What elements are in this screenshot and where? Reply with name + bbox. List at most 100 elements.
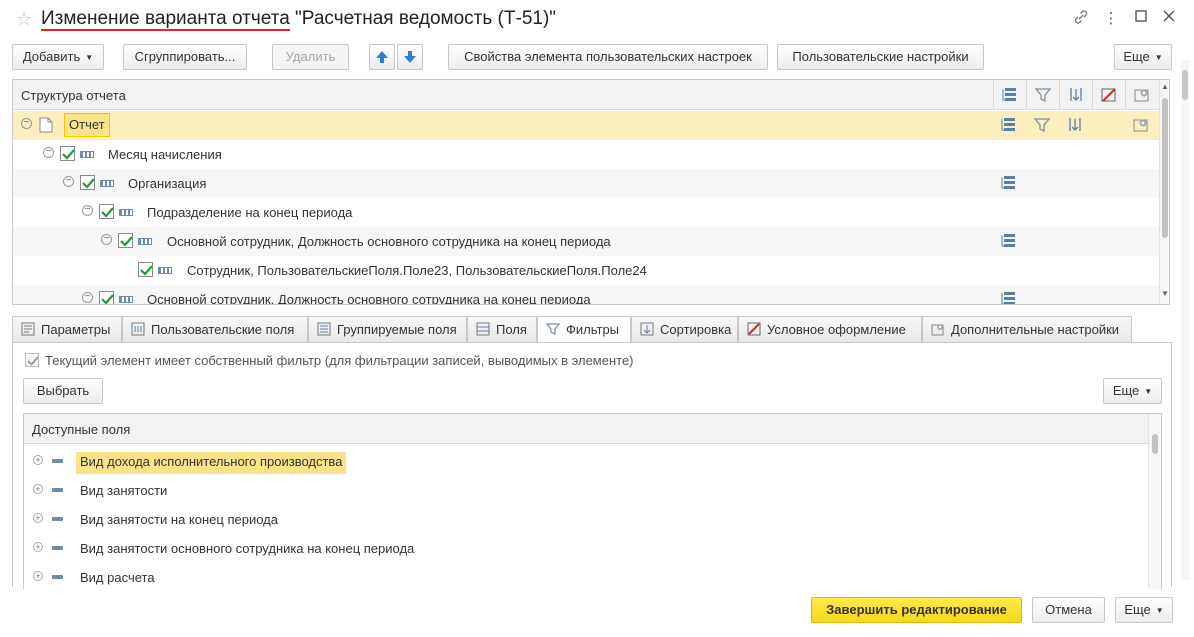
grouping-column-icon[interactable]	[993, 80, 1026, 110]
available-fields-header: Доступные поля	[24, 414, 1148, 444]
row-checkbox[interactable]	[99, 204, 114, 219]
collapse-icon[interactable]: −	[101, 234, 112, 245]
move-up-button[interactable]	[369, 44, 395, 70]
expand-icon[interactable]: +	[33, 455, 43, 465]
conditional-format-icon	[747, 322, 761, 336]
select-button[interactable]: Выбрать	[23, 378, 103, 404]
checkmark-icon	[101, 207, 114, 218]
tab-label: Группируемые поля	[337, 322, 457, 337]
tree-scrollbar-thumb[interactable]	[1162, 98, 1168, 238]
more-vertical-icon[interactable]: ⋮	[1101, 9, 1121, 27]
tab-filters[interactable]: Фильтры	[537, 316, 631, 343]
filters-more-button[interactable]: Еще ▼	[1103, 378, 1162, 404]
row-checkbox[interactable]	[138, 262, 153, 277]
tab-sort[interactable]: Сортировка	[631, 316, 738, 342]
tab-grouping-fields[interactable]: Группируемые поля	[308, 316, 467, 342]
row-checkbox[interactable]	[99, 291, 114, 304]
filter-column-icon[interactable]	[1026, 80, 1059, 110]
scroll-down-icon[interactable]: ▼	[1161, 289, 1169, 298]
tree-row-label: Основной сотрудник, Должность основного …	[147, 292, 591, 305]
tab-extra-settings[interactable]: Дополнительные настройки	[922, 316, 1132, 342]
list-item[interactable]: + Вид дохода исполнительного производств…	[24, 446, 1148, 475]
tree-row[interactable]: − Организация	[13, 169, 1159, 198]
tree-row[interactable]: − Отчет	[13, 111, 1159, 140]
maximize-icon[interactable]	[1131, 9, 1151, 27]
own-filter-checkbox[interactable]	[25, 353, 39, 367]
tab-label: Условное оформление	[767, 322, 906, 337]
checkmark-icon	[62, 149, 75, 160]
window-scrollbar-thumb[interactable]	[1182, 70, 1188, 100]
sort-column-icon[interactable]	[1059, 80, 1092, 110]
element-properties-button[interactable]: Свойства элемента пользовательских настр…	[448, 44, 768, 70]
collapse-icon[interactable]: −	[82, 205, 93, 216]
chevron-down-icon: ▼	[85, 52, 94, 62]
field-icon	[52, 488, 63, 492]
expand-icon[interactable]: +	[33, 513, 43, 523]
window-scrollbar[interactable]	[1181, 60, 1189, 580]
filter-icon	[1034, 118, 1050, 133]
window-title-report: "Расчетная ведомость (Т-51)"	[289, 8, 557, 29]
grouping-icon	[1001, 292, 1015, 304]
conditional-format-column-icon[interactable]	[1092, 80, 1125, 110]
favorite-star-icon[interactable]: ☆	[16, 9, 32, 30]
tree-row[interactable]: Сотрудник, ПользовательскиеПоля.Поле23, …	[13, 256, 1159, 285]
sort-icon	[1069, 118, 1081, 131]
checkmark-icon	[140, 265, 153, 276]
row-checkbox[interactable]	[60, 146, 75, 161]
own-filter-label: Текущий элемент имеет собственный фильтр…	[45, 353, 634, 368]
list-item[interactable]: + Вид расчета	[24, 562, 1148, 589]
user-settings-button[interactable]: Пользовательские настройки	[777, 44, 984, 70]
field-icon	[52, 459, 63, 463]
tree-row[interactable]: − Подразделение на конец периода	[13, 198, 1159, 227]
move-down-button[interactable]	[397, 44, 423, 70]
tab-user-fields[interactable]: Пользовательские поля	[122, 316, 308, 342]
tree-row-label[interactable]: Отчет	[64, 113, 110, 137]
expand-icon[interactable]: +	[33, 542, 43, 552]
scroll-up-icon[interactable]: ▲	[1161, 82, 1169, 91]
footer-more-button[interactable]: Еще ▼	[1115, 597, 1173, 623]
link-icon[interactable]	[1071, 9, 1091, 29]
group-button[interactable]: Сгруппировать...	[123, 44, 247, 70]
tab-conditional-format[interactable]: Условное оформление	[738, 316, 922, 342]
settings-column-icon[interactable]	[1125, 80, 1158, 110]
add-button[interactable]: Добавить ▼	[12, 44, 104, 70]
sort-icon	[640, 322, 654, 336]
delete-button[interactable]: Удалить	[272, 44, 349, 70]
expand-icon[interactable]: +	[33, 484, 43, 494]
finish-editing-button[interactable]: Завершить редактирование	[811, 597, 1022, 623]
collapse-icon[interactable]: −	[82, 292, 93, 303]
row-checkbox[interactable]	[118, 233, 133, 248]
field-label: Вид занятости основного сотрудника на ко…	[80, 541, 415, 556]
tree-row[interactable]: − Основной сотрудник, Должность основног…	[13, 285, 1159, 305]
document-icon	[39, 117, 53, 133]
tab-parameters[interactable]: Параметры	[12, 316, 122, 342]
fields-scrollbar[interactable]	[1148, 414, 1161, 589]
tab-label: Сортировка	[660, 322, 732, 337]
tree-scrollbar[interactable]: ▲ ▼	[1159, 80, 1169, 304]
available-fields-header-label: Доступные поля	[32, 422, 131, 437]
report-structure-tree: Структура отчета − Отчет − Месяц начисле…	[12, 79, 1170, 305]
grouping-field-icon	[119, 209, 133, 216]
extra-settings-icon	[931, 324, 944, 336]
tree-row[interactable]: − Месяц начисления	[13, 140, 1159, 169]
field-icon	[52, 517, 63, 521]
field-label: Вид дохода исполнительного производства	[76, 452, 347, 474]
collapse-icon[interactable]: −	[43, 147, 54, 158]
expand-icon[interactable]: +	[33, 571, 43, 581]
cancel-button[interactable]: Отмена	[1032, 597, 1105, 623]
fields-scrollbar-thumb[interactable]	[1152, 434, 1158, 454]
tab-fields[interactable]: Поля	[467, 316, 537, 342]
list-item[interactable]: + Вид занятости на конец периода	[24, 504, 1148, 533]
tree-row-label: Подразделение на конец периода	[147, 205, 353, 220]
tree-row[interactable]: − Основной сотрудник, Должность основног…	[13, 227, 1159, 256]
checkmark-icon	[101, 294, 114, 304]
arrow-down-icon	[404, 51, 416, 63]
list-item[interactable]: + Вид занятости	[24, 475, 1148, 504]
collapse-icon[interactable]: −	[63, 176, 74, 187]
filters-more-label: Еще	[1112, 383, 1140, 398]
collapse-icon[interactable]: −	[21, 118, 32, 129]
close-icon[interactable]	[1159, 9, 1179, 27]
more-button[interactable]: Еще ▼	[1114, 44, 1172, 70]
list-item[interactable]: + Вид занятости основного сотрудника на …	[24, 533, 1148, 562]
row-checkbox[interactable]	[80, 175, 95, 190]
